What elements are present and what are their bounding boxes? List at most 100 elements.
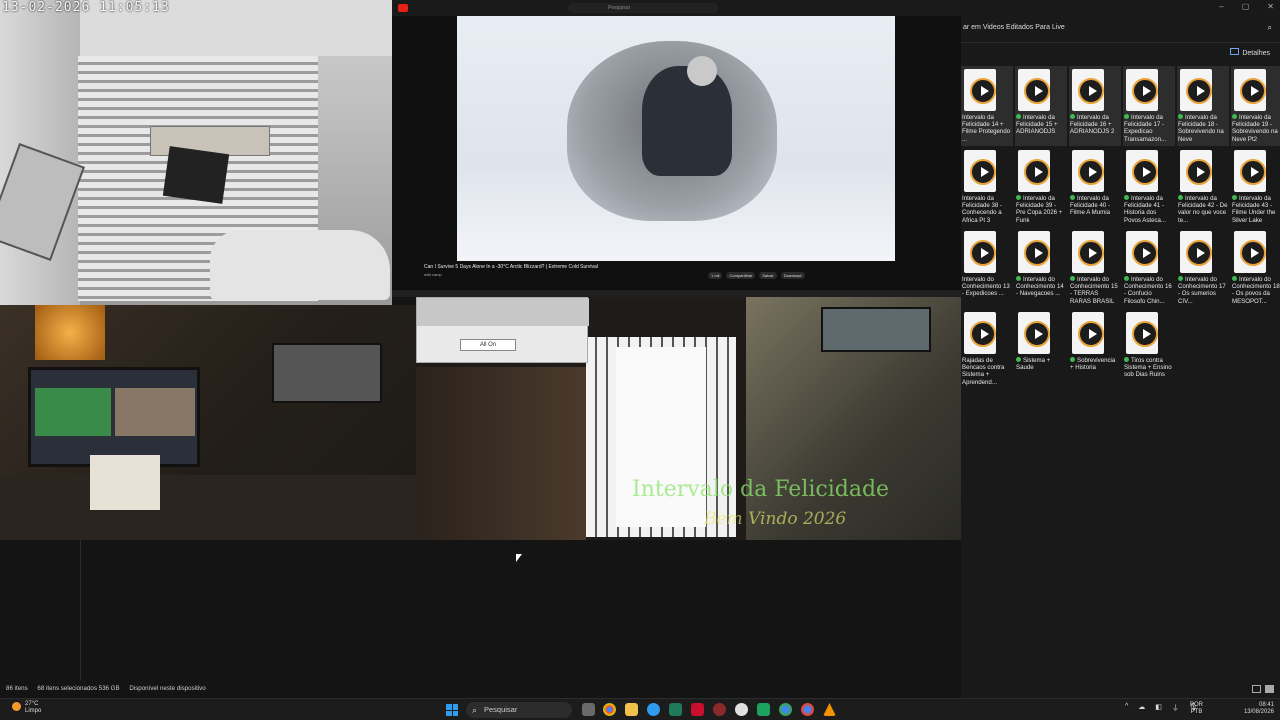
chevron-up-icon[interactable]: ^ (1125, 703, 1128, 713)
file-item[interactable]: Intervalo do Conhecimento 13 - Expedicoe… (961, 228, 1013, 308)
start-menu-icon[interactable] (446, 704, 458, 716)
play-icon (1132, 159, 1158, 185)
video-file-icon (1126, 69, 1158, 111)
app-icon[interactable] (713, 703, 726, 716)
selection-info: 68 itens selecionados 536 GB (37, 685, 120, 692)
video-file-icon (1126, 150, 1158, 192)
play-icon (1186, 240, 1212, 266)
studio-camera-feed (0, 305, 416, 540)
file-name-text: Tiros contra Sistema + Ensino sob Dias R… (1124, 357, 1172, 379)
store-icon[interactable] (669, 703, 682, 716)
sync-status-icon (1070, 276, 1075, 281)
language-code: POR (1190, 702, 1204, 708)
file-item[interactable]: Intervalo da Felicidade 19 - Sobrevivend… (1231, 66, 1280, 146)
like-button[interactable]: 1 mil (708, 272, 723, 279)
video-actions: 1 mil Compartilhar Salvar Download (708, 272, 805, 279)
file-item[interactable]: Sistema + Saude (1015, 309, 1067, 389)
file-item[interactable]: Intervalo da Felicidade 15 + ADRIANODJS (1015, 66, 1067, 146)
save-button[interactable]: Salvar (759, 272, 777, 279)
video-player-window[interactable]: Pesquisar Can I Survive 5 Days Alone In … (392, 0, 961, 290)
search-icon[interactable]: ⌕ (1268, 18, 1272, 38)
play-icon (1240, 78, 1266, 104)
close-icon[interactable]: ✕ (1267, 2, 1274, 11)
video-file-icon (1180, 150, 1212, 192)
file-explorer-icon[interactable] (625, 703, 638, 716)
taskbar-search[interactable]: Pesquisar (466, 702, 572, 718)
file-item[interactable]: Intervalo do Conhecimento 14 - Navegacoe… (1015, 228, 1067, 308)
file-item[interactable]: Intervalo da Felicidade 40 - Filme A Mum… (1069, 147, 1121, 227)
file-item[interactable]: Rajadas de Bencaos contra Sistema + Apre… (961, 309, 1013, 389)
file-item[interactable]: Intervalo do Conhecimento 17 - Os sumeri… (1177, 228, 1229, 308)
chrome-icon[interactable] (603, 703, 616, 716)
edge-icon[interactable] (647, 703, 660, 716)
download-button[interactable]: Download (780, 272, 805, 279)
app-icon[interactable] (691, 703, 704, 716)
maximize-icon[interactable]: ▢ (1242, 2, 1250, 11)
video-file-icon (1018, 69, 1050, 111)
calendar (90, 455, 160, 510)
task-view-icon[interactable] (582, 703, 595, 716)
file-item[interactable]: Intervalo da Felicidade 41 - Historia do… (1123, 147, 1175, 227)
chrome-icon[interactable] (779, 703, 792, 716)
video-file-icon (964, 231, 996, 273)
channel-name[interactable]: wild camp (424, 272, 442, 277)
sync-status-icon (1016, 357, 1021, 362)
obs-icon[interactable] (735, 703, 748, 716)
chrome-icon[interactable] (801, 703, 814, 716)
file-name: Intervalo da Felicidade 43 - Filme Under… (1232, 195, 1280, 224)
vlc-icon[interactable] (823, 703, 836, 716)
file-name: Intervalo do Conhecimento 13 - Expedicoe… (962, 276, 1012, 298)
file-item[interactable]: Intervalo da Felicidade 42 - De valor no… (1177, 147, 1229, 227)
file-name-text: Intervalo da Felicidade 16 + ADRIANODJS … (1070, 114, 1115, 136)
overlay-subtitle: Bem Vindo 2026 (704, 509, 847, 529)
file-item[interactable]: Intervalo da Felicidade 18 - Sobrevivend… (1177, 66, 1229, 146)
file-name: Intervalo da Felicidade 18 - Sobrevivend… (1178, 114, 1228, 143)
file-item[interactable]: Intervalo da Felicidade 16 + ADRIANODJS … (1069, 66, 1121, 146)
app-tray-icon[interactable]: ◧ (1155, 703, 1162, 713)
mouse-cursor-icon (516, 554, 522, 562)
address-bar[interactable]: ar em Videos Editados Para Live ⌕ (961, 18, 1280, 38)
file-item[interactable]: Sobrevivencia + Historia (1069, 309, 1121, 389)
language-indicator[interactable]: POR PTB (1190, 702, 1203, 716)
file-name: Intervalo da Felicidade 14 + Filme Prote… (962, 114, 1012, 143)
app-icon[interactable] (757, 703, 770, 716)
sync-status-icon (1232, 114, 1237, 119)
clock[interactable]: 08:41 13/08/2026 (1226, 702, 1274, 716)
clock-date: 13/08/2026 (1243, 709, 1274, 715)
usb-icon[interactable]: ⏚ (1172, 703, 1179, 713)
all-on-button[interactable]: All On (460, 339, 516, 351)
file-name-text: Intervalo da Felicidade 19 - Sobrevivend… (1232, 114, 1278, 143)
details-button[interactable]: Detalhes (1230, 48, 1270, 57)
monitor (28, 367, 200, 467)
file-name-text: Intervalo da Felicidade 14 + Filme Prote… (962, 114, 1011, 143)
cloud-icon[interactable]: ☁ (1138, 703, 1145, 713)
file-item[interactable]: Intervalo da Felicidade 14 + Filme Prote… (961, 66, 1013, 146)
file-name-text: Intervalo da Felicidade 41 - Historia do… (1124, 195, 1167, 224)
video-file-icon (1072, 150, 1104, 192)
player-search-input[interactable]: Pesquisar (568, 3, 718, 13)
file-item[interactable]: Intervalo do Conhecimento 16 - Confucio … (1123, 228, 1175, 308)
file-item[interactable]: Intervalo da Felicidade 39 - Pre Copa 20… (1015, 147, 1067, 227)
file-name: Intervalo da Felicidade 39 - Pre Copa 20… (1016, 195, 1066, 224)
file-name-text: Intervalo da Felicidade 40 - Filme A Mum… (1070, 195, 1110, 217)
file-item[interactable]: Intervalo do Conhecimento 18 - Os povos … (1231, 228, 1280, 308)
dialog-window: All On (416, 297, 589, 363)
file-name-text: Intervalo da Felicidade 42 - De valor no… (1178, 195, 1228, 224)
file-name: Intervalo da Felicidade 15 + ADRIANODJS (1016, 114, 1066, 136)
details-view-icon[interactable] (1252, 685, 1261, 693)
minimize-icon[interactable]: – (1219, 2, 1223, 11)
youtube-logo-icon[interactable] (398, 4, 408, 12)
play-icon (1078, 240, 1104, 266)
play-icon (1024, 321, 1050, 347)
share-button[interactable]: Compartilhar (726, 272, 756, 279)
file-item[interactable]: Tiros contra Sistema + Ensino sob Dias R… (1123, 309, 1175, 389)
file-item[interactable]: Intervalo da Felicidade 17 - Expedicao T… (1123, 66, 1175, 146)
file-item[interactable]: Intervalo do Conhecimento 15 - TERRAS RA… (1069, 228, 1121, 308)
file-item[interactable]: Intervalo da Felicidade 38 - Conhecendo … (961, 147, 1013, 227)
play-icon (970, 240, 996, 266)
file-item[interactable]: Intervalo da Felicidade 43 - Filme Under… (1231, 147, 1280, 227)
video-frame[interactable] (457, 16, 895, 261)
weather-widget[interactable]: 27°C Limpo (12, 701, 41, 715)
sync-status-icon (1016, 114, 1021, 119)
tiles-view-icon[interactable] (1265, 685, 1274, 693)
